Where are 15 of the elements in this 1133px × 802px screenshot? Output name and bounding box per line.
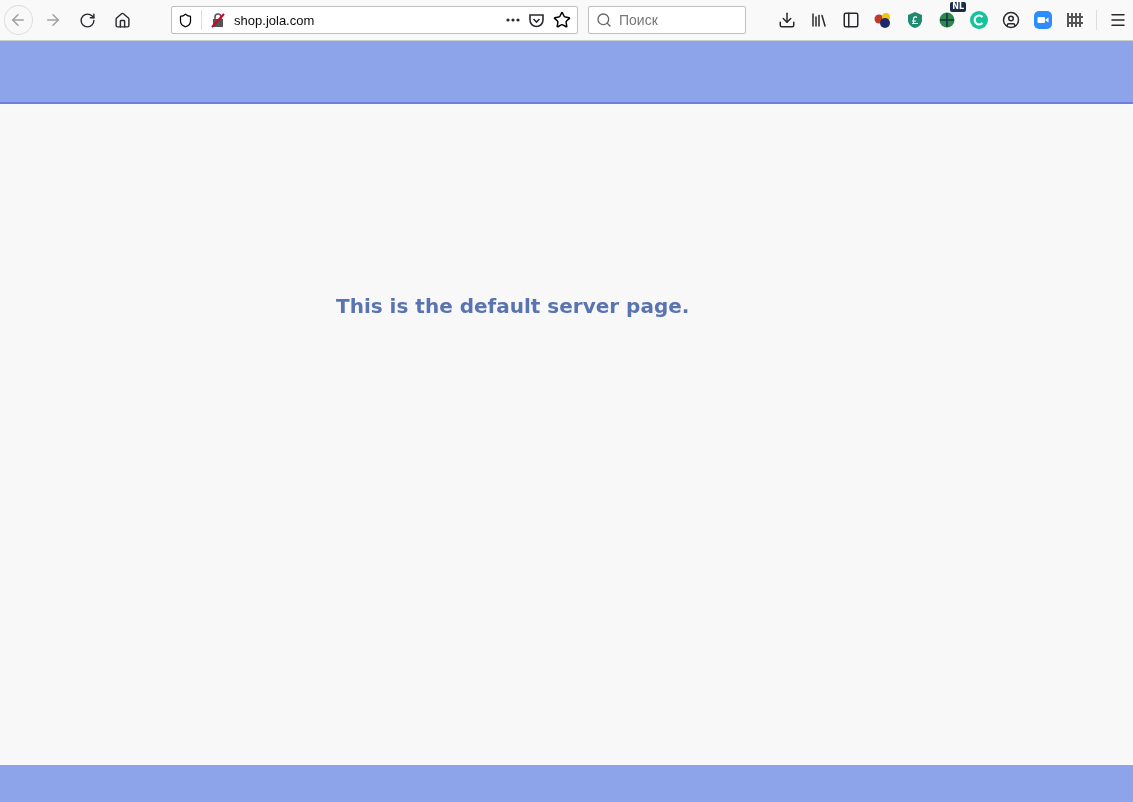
server-message: This is the default server page. [336,294,691,318]
star-icon [553,11,571,29]
more-icon [506,18,520,22]
video-button[interactable] [1032,8,1054,32]
crossed-lock-icon [210,12,227,28]
language-badge: NL [950,2,966,12]
home-icon [114,11,132,29]
address-bar[interactable]: shop.jola.com [171,6,578,34]
pocket-icon [528,11,545,29]
menu-icon [1109,11,1127,29]
search-icon [596,12,612,28]
shield-icon [178,12,194,28]
reload-icon [79,11,97,29]
search-field[interactable]: Поиск [588,6,746,34]
url-text: shop.jola.com [234,12,316,28]
